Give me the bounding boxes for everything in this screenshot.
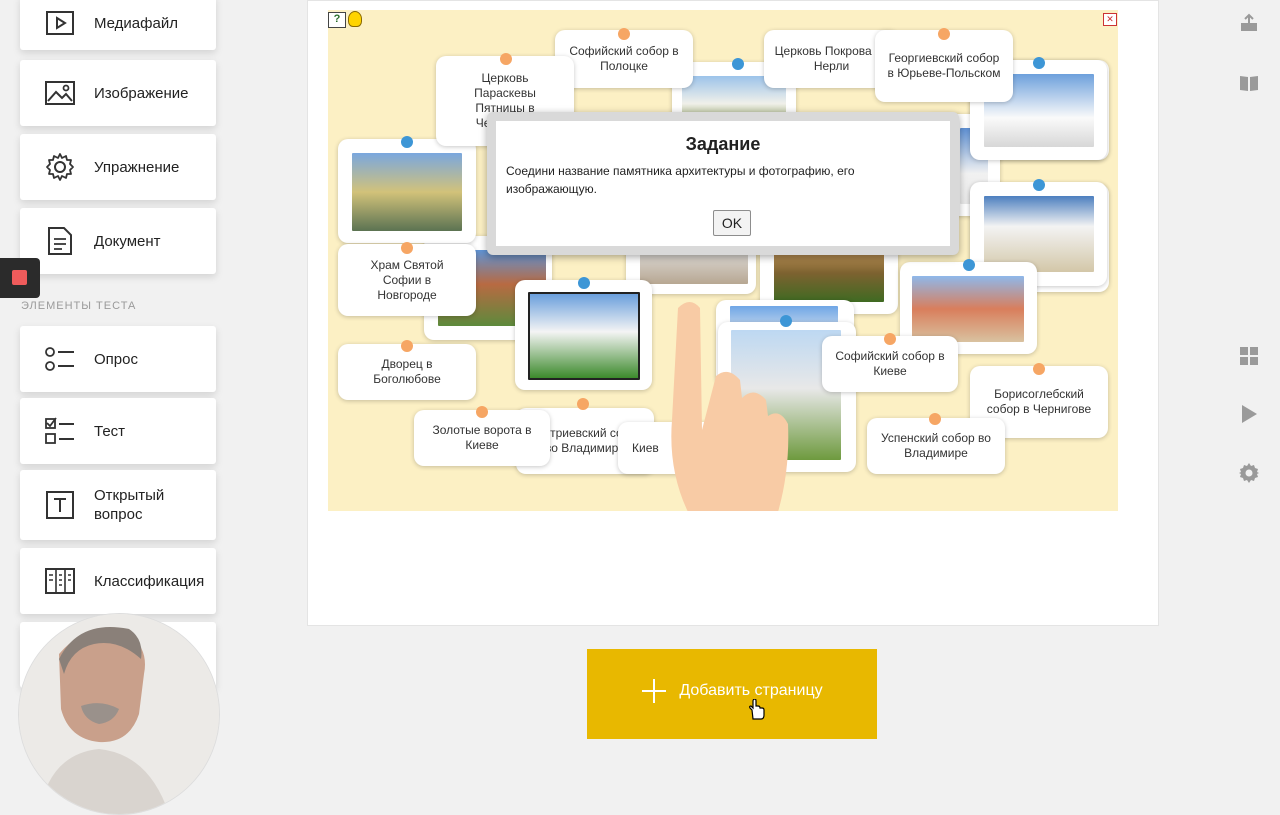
hand-pointer-illustration bbox=[671, 302, 789, 511]
connector-dot[interactable] bbox=[476, 406, 488, 418]
connector-dot[interactable] bbox=[938, 28, 950, 40]
classification-icon bbox=[44, 565, 76, 597]
palette-item-exercise[interactable]: Упражнение bbox=[20, 134, 216, 200]
task-dialog: Задание Соедини название памятника архит… bbox=[487, 112, 959, 255]
plus-icon bbox=[642, 679, 667, 703]
palette-item-label: Открытый вопрос bbox=[94, 487, 165, 523]
task-dialog-body: Задание Соедини название памятника архит… bbox=[496, 121, 950, 246]
connector-dot[interactable] bbox=[732, 58, 744, 70]
palette-item-label: Медиафайл bbox=[94, 14, 178, 32]
connector-dot[interactable] bbox=[578, 277, 590, 289]
record-button[interactable] bbox=[0, 258, 40, 298]
connector-dot[interactable] bbox=[577, 398, 589, 410]
connector-dot[interactable] bbox=[963, 259, 975, 271]
record-icon bbox=[12, 270, 27, 285]
dialog-title: Задание bbox=[685, 134, 761, 154]
palette-item-open-question[interactable]: Открытый вопрос bbox=[20, 470, 216, 540]
palette-item-label: Опрос bbox=[94, 350, 138, 368]
connector-dot[interactable] bbox=[1033, 179, 1045, 191]
photo-tile[interactable] bbox=[338, 139, 476, 243]
palette-item-image[interactable]: Изображение bbox=[20, 60, 216, 126]
label-tile[interactable]: Золотые ворота в Киеве bbox=[414, 410, 550, 466]
church-photo bbox=[352, 153, 462, 231]
add-page-button[interactable]: Добавить страницу bbox=[587, 649, 877, 739]
connector-dot[interactable] bbox=[1033, 57, 1045, 69]
connector-dot[interactable] bbox=[401, 340, 413, 352]
poll-icon bbox=[44, 343, 76, 375]
fullscreen-icon[interactable]: ✕ bbox=[1103, 13, 1117, 26]
exercise-canvas[interactable]: ? ✕ Софийский собор в Полоцке Церковь По… bbox=[328, 10, 1118, 511]
palette-item-label: Тест bbox=[94, 422, 126, 440]
lightbulb-icon[interactable] bbox=[348, 11, 362, 27]
ok-button[interactable]: OK bbox=[713, 210, 751, 236]
book-icon[interactable] bbox=[1238, 72, 1260, 94]
document-icon bbox=[44, 225, 76, 257]
webcam-video bbox=[18, 613, 220, 815]
palette-item-document[interactable]: Документ bbox=[20, 208, 216, 274]
section-label: ЭЛЕМЕНТЫ ТЕСТА bbox=[21, 300, 137, 312]
connector-dot[interactable] bbox=[884, 333, 896, 345]
media-file-icon bbox=[44, 7, 76, 39]
play-icon[interactable] bbox=[1238, 403, 1260, 425]
palette-item-label: Классификация bbox=[94, 572, 205, 590]
hand-cursor-icon bbox=[749, 699, 765, 720]
checklist-icon bbox=[44, 415, 76, 447]
connector-dot[interactable] bbox=[929, 413, 941, 425]
add-page-label: Добавить страницу bbox=[679, 682, 823, 699]
dialog-text: Соедини название памятника архитектуры и… bbox=[506, 164, 855, 196]
connector-dot[interactable] bbox=[618, 28, 630, 40]
church-photo bbox=[528, 292, 640, 380]
share-icon[interactable] bbox=[1238, 12, 1260, 34]
grid-icon[interactable] bbox=[1238, 345, 1260, 367]
image-icon bbox=[44, 77, 76, 109]
settings-icon[interactable] bbox=[1238, 462, 1260, 484]
palette-item-test[interactable]: Тест bbox=[20, 398, 216, 464]
open-question-icon bbox=[44, 489, 76, 521]
church-photo bbox=[912, 276, 1024, 342]
palette-item-media[interactable]: Медиафайл bbox=[20, 0, 216, 50]
palette-item-poll[interactable]: Опрос bbox=[20, 326, 216, 392]
connector-dot[interactable] bbox=[1033, 363, 1045, 375]
palette-item-label: Упражнение bbox=[94, 158, 180, 176]
label-tile[interactable]: Георгиевский собор в Юрьеве-Польском bbox=[875, 30, 1013, 102]
label-tile[interactable]: Дворец в Боголюбове bbox=[338, 344, 476, 400]
help-icon[interactable]: ? bbox=[328, 12, 346, 28]
palette-item-label: Документ bbox=[94, 232, 161, 250]
gear-icon bbox=[44, 151, 76, 183]
photo-tile[interactable] bbox=[515, 280, 652, 390]
label-tile[interactable]: Храм Святой Софии в Новгороде bbox=[338, 244, 476, 316]
connector-dot[interactable] bbox=[401, 136, 413, 148]
connector-dot[interactable] bbox=[500, 53, 512, 65]
label-tile[interactable]: Успенский собор во Владимире bbox=[867, 418, 1005, 474]
palette-item-classification[interactable]: Классификация bbox=[20, 548, 216, 614]
connector-dot[interactable] bbox=[401, 242, 413, 254]
palette-item-label: Изображение bbox=[94, 84, 189, 102]
church-photo bbox=[984, 196, 1094, 272]
